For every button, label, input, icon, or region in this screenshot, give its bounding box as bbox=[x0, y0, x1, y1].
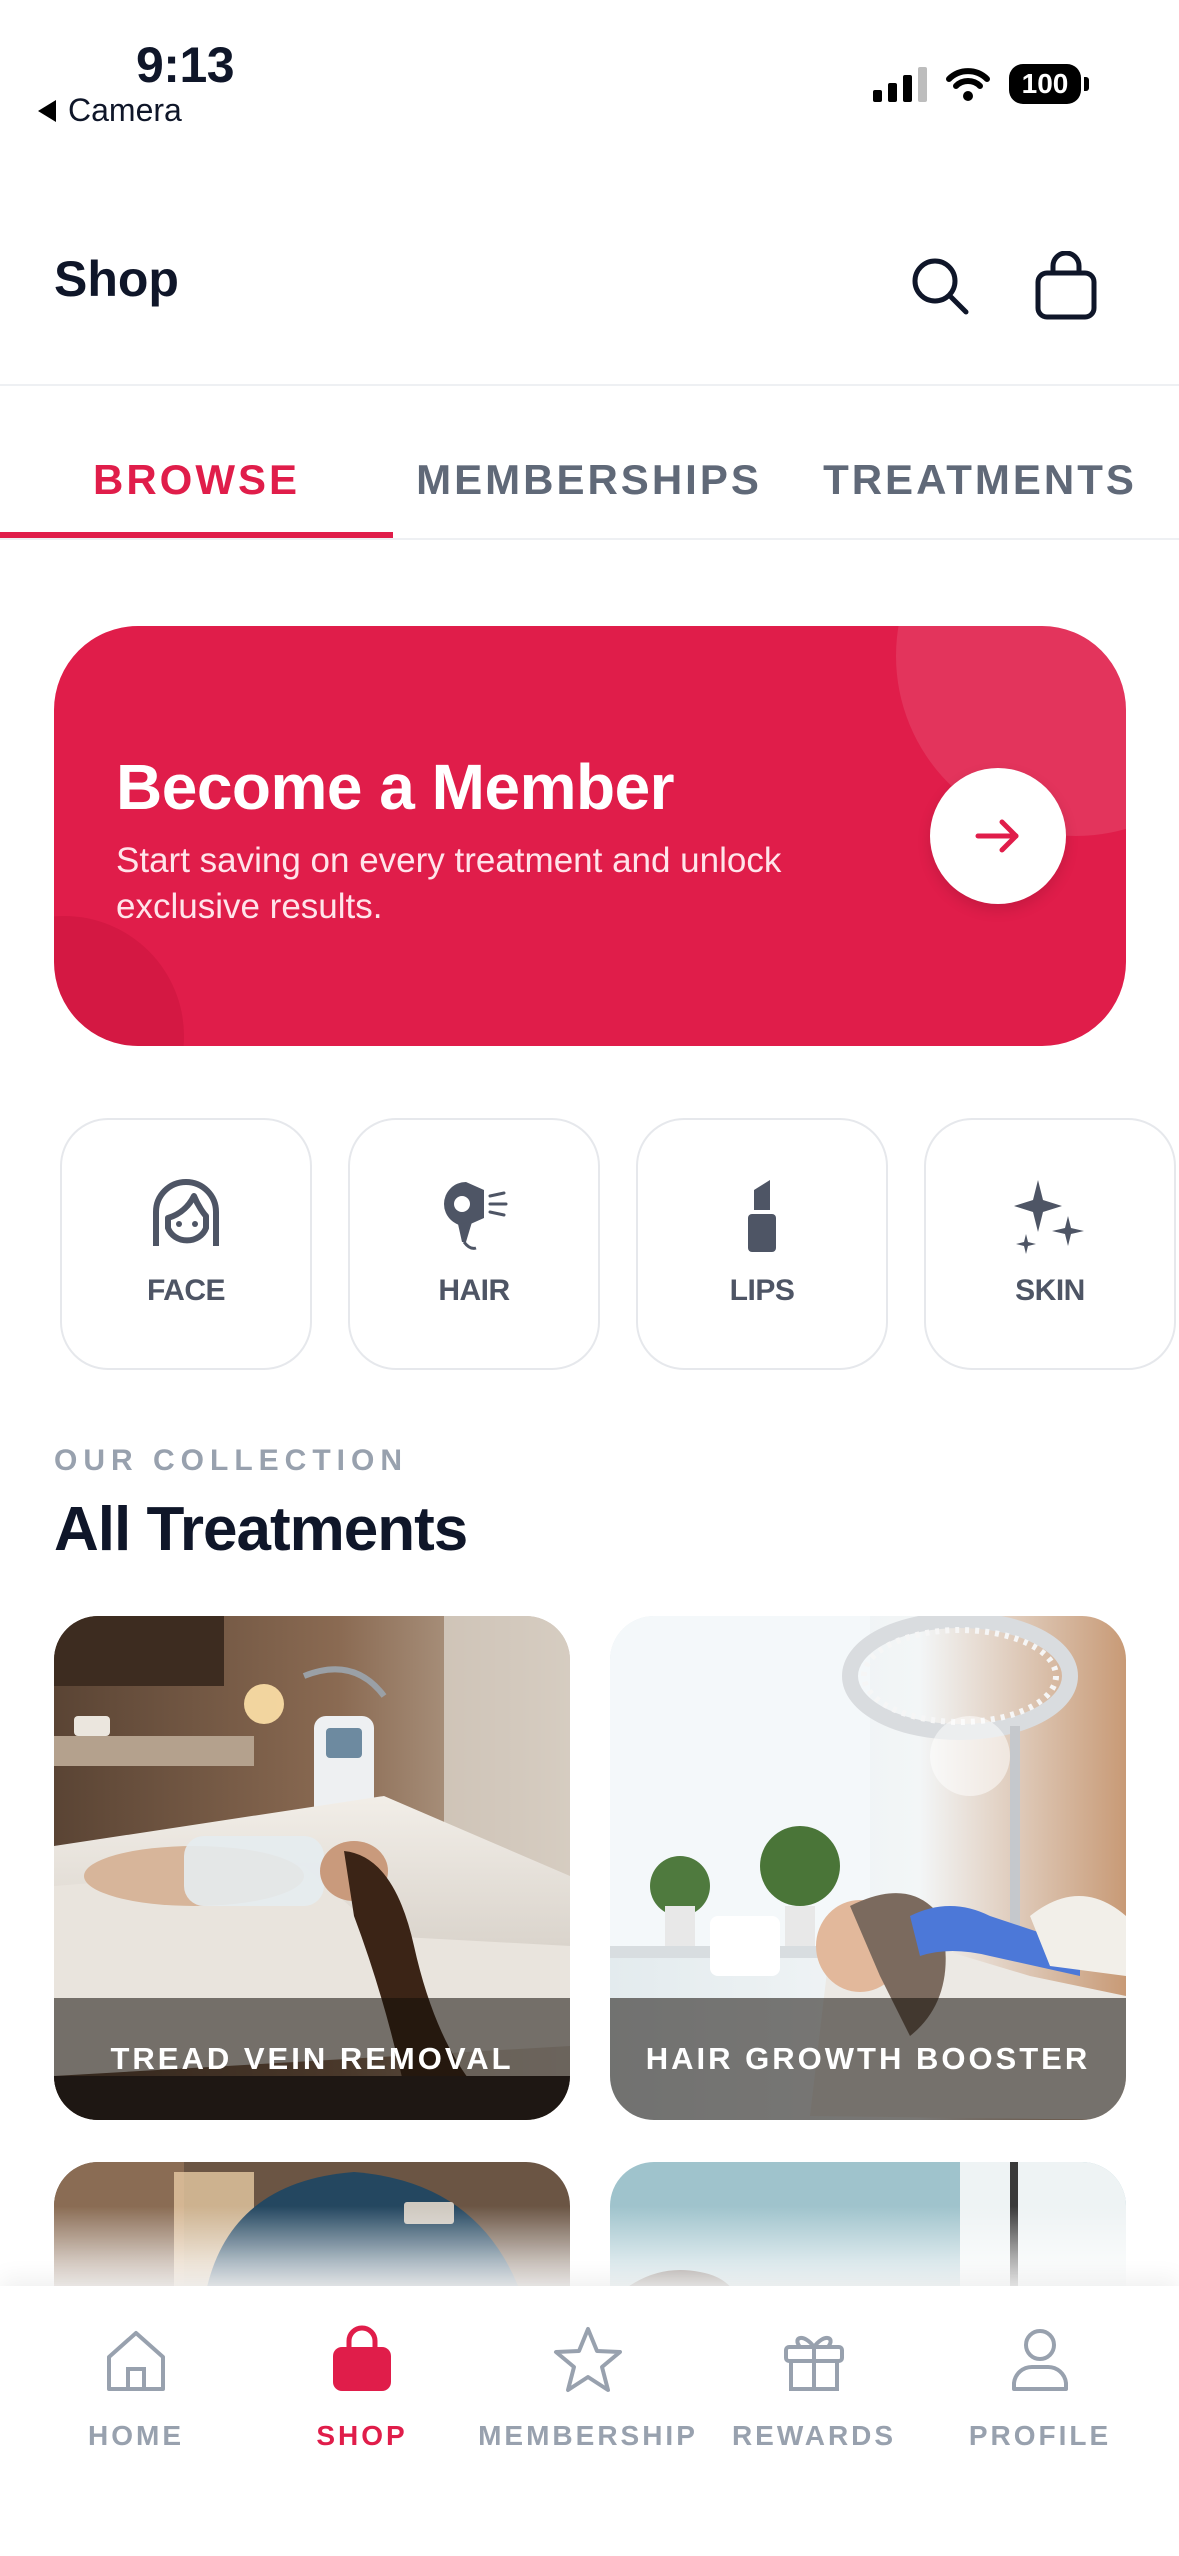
search-button[interactable] bbox=[900, 246, 980, 326]
card-label-bar: HAIR GROWTH BOOSTER bbox=[610, 1998, 1126, 2120]
search-icon bbox=[912, 258, 969, 315]
sparkles-icon bbox=[1014, 1180, 1084, 1254]
treatment-card-tread-vein-removal[interactable]: TREAD VEIN REMOVAL bbox=[54, 1616, 570, 2120]
nav-membership[interactable]: MEMBERSHIP bbox=[475, 2322, 701, 2452]
gift-icon bbox=[784, 2336, 844, 2391]
back-label: Camera bbox=[68, 92, 182, 128]
category-label: LIPS bbox=[729, 1274, 795, 1307]
tabs-divider bbox=[0, 538, 1179, 540]
banner-title: Become a Member bbox=[116, 751, 675, 823]
status-time: 9:13 bbox=[136, 37, 235, 93]
status-bar: 9:13 Camera 100 bbox=[0, 0, 1179, 150]
shop-tabs: BROWSE MEMBERSHIPS TREATMENTS bbox=[0, 420, 1179, 540]
nav-label: SHOP bbox=[316, 2420, 408, 2451]
nav-label: MEMBERSHIP bbox=[478, 2420, 698, 2451]
user-icon bbox=[1012, 2329, 1068, 2391]
nav-label: PROFILE bbox=[968, 2420, 1112, 2451]
category-hair[interactable]: HAIR bbox=[348, 1118, 600, 1370]
card-title: TREAD VEIN REMOVAL bbox=[110, 2041, 514, 2076]
category-lips[interactable]: LIPS bbox=[636, 1118, 888, 1370]
lipstick-icon bbox=[748, 1180, 776, 1252]
page-title: Shop bbox=[54, 251, 179, 307]
wifi-icon bbox=[946, 68, 990, 101]
tab-treatments[interactable]: TREATMENTS bbox=[785, 420, 1175, 540]
cellular-signal-icon bbox=[873, 66, 927, 102]
battery-icon: 100 bbox=[1009, 64, 1089, 104]
face-icon bbox=[153, 1179, 219, 1246]
battery-level: 100 bbox=[1009, 64, 1081, 104]
home-icon bbox=[107, 2331, 165, 2391]
back-to-camera-link[interactable]: Camera bbox=[38, 92, 182, 129]
tab-memberships[interactable]: MEMBERSHIPS bbox=[393, 420, 785, 540]
become-member-banner[interactable]: Become a Member Start saving on every tr… bbox=[54, 626, 1126, 1046]
app-header: Shop bbox=[0, 230, 1179, 330]
star-icon bbox=[554, 2327, 622, 2392]
banner-arrow-button[interactable] bbox=[930, 768, 1066, 904]
banner-decoration bbox=[54, 916, 184, 1046]
bag-icon bbox=[1035, 251, 1097, 320]
category-label: FACE bbox=[146, 1274, 226, 1307]
hair-dryer-icon bbox=[444, 1182, 508, 1250]
card-label-bar: TREAD VEIN REMOVAL bbox=[54, 1998, 570, 2120]
nav-home[interactable]: HOME bbox=[23, 2322, 249, 2452]
category-face[interactable]: FACE bbox=[60, 1118, 312, 1370]
section-title: All Treatments bbox=[54, 1495, 468, 1564]
arrow-right-icon bbox=[975, 819, 1019, 853]
banner-subtitle: Start saving on every treatment and unlo… bbox=[116, 841, 782, 926]
nav-rewards[interactable]: REWARDS bbox=[701, 2322, 927, 2452]
nav-label: REWARDS bbox=[731, 2420, 897, 2451]
bottom-tab-bar: HOME SHOP MEMBERSHIP REWARDS PROFILE bbox=[0, 2286, 1179, 2556]
nav-label: HOME bbox=[88, 2420, 184, 2451]
back-triangle-icon bbox=[38, 99, 56, 122]
tab-browse[interactable]: BROWSE bbox=[0, 420, 393, 540]
category-skin[interactable]: SKIN bbox=[924, 1118, 1176, 1370]
cart-button[interactable] bbox=[1026, 246, 1106, 326]
category-list: FACE HAIR LIPS SKIN bbox=[60, 1118, 1179, 1370]
section-eyebrow: OUR COLLECTION bbox=[54, 1444, 408, 1477]
shopping-bag-icon bbox=[333, 2325, 391, 2391]
category-label: HAIR bbox=[438, 1274, 510, 1307]
status-icons: 100 bbox=[873, 64, 1089, 104]
treatment-card-hair-growth-booster[interactable]: HAIR GROWTH BOOSTER bbox=[610, 1616, 1126, 2120]
nav-profile[interactable]: PROFILE bbox=[927, 2322, 1153, 2452]
header-divider bbox=[0, 384, 1179, 386]
nav-shop[interactable]: SHOP bbox=[249, 2322, 475, 2452]
category-label: SKIN bbox=[1015, 1274, 1085, 1307]
card-title: HAIR GROWTH BOOSTER bbox=[645, 2041, 1091, 2076]
tabbar-fade bbox=[0, 2206, 1179, 2286]
